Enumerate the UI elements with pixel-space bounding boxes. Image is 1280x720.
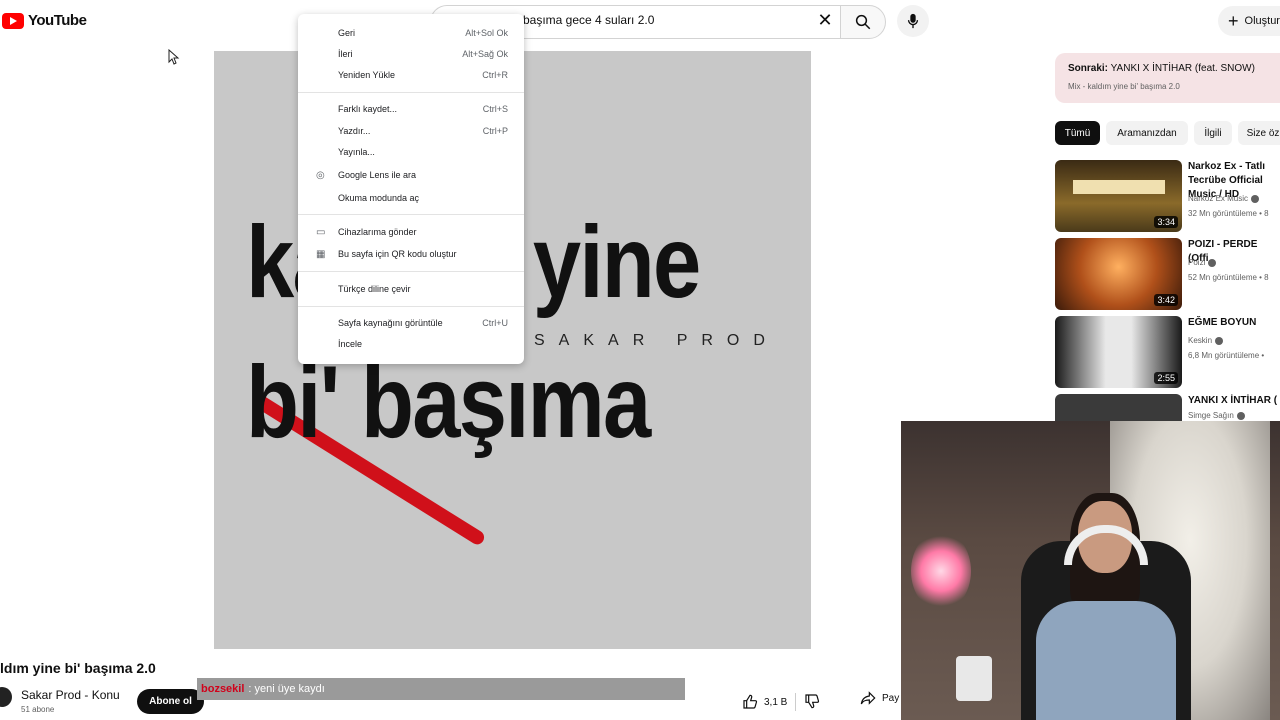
- menu-item-cast[interactable]: Yayınla...: [298, 143, 524, 161]
- verified-icon: [1208, 258, 1217, 267]
- recommendation-item[interactable]: YANKI X İNTİHAR ( Simge Sağın: [1055, 394, 1280, 421]
- streamer: [1036, 493, 1176, 720]
- context-menu: Geri Alt+Sol Ok İleri Alt+Sağ Ok Yeniden Y…: [298, 14, 524, 364]
- menu-divider: [298, 92, 524, 93]
- menu-item-inspect[interactable]: İncele: [298, 335, 524, 353]
- verified-icon: [1236, 411, 1245, 420]
- video-thumbnail[interactable]: 3:42: [1055, 238, 1182, 310]
- chat-username: bozsekil: [201, 683, 245, 695]
- webcam-overlay: [901, 421, 1280, 720]
- menu-item-reading-mode[interactable]: Okuma modunda aç: [298, 189, 524, 207]
- share-label: Pay: [882, 692, 900, 704]
- up-next-subtitle: Mix - kaldım yine bi' başıma 2.0: [1068, 82, 1180, 91]
- thumbs-up-icon: [743, 694, 758, 709]
- recommendation-views: 52 Mn görüntüleme • 8: [1188, 273, 1269, 282]
- lens-icon: ◎: [316, 169, 325, 181]
- devices-icon: ▭: [316, 226, 326, 238]
- create-label: Oluştur: [1244, 15, 1280, 27]
- share-button[interactable]: Pay: [860, 690, 899, 706]
- up-next-card[interactable]: [1055, 53, 1280, 103]
- menu-item-save-as[interactable]: Farklı kaydet... Ctrl+S: [298, 100, 524, 118]
- like-divider: [795, 693, 797, 711]
- create-button[interactable]: + Oluştur: [1218, 6, 1280, 36]
- string-lights: [911, 531, 971, 611]
- streamer-body: [1036, 601, 1176, 720]
- share-icon: [860, 691, 876, 705]
- plus-icon: +: [1228, 11, 1239, 31]
- menu-item-view-source[interactable]: Sayfa kaynağını görüntüle Ctrl+U: [298, 314, 524, 332]
- mouse-cursor-icon: [168, 49, 180, 65]
- menu-item-send-to-devices[interactable]: ▭ Cihazlarıma gönder: [298, 223, 524, 241]
- video-title: ldım yine bi' başıma 2.0: [0, 660, 156, 676]
- recommendation-channel: Simge Sağın: [1188, 411, 1245, 420]
- search-button[interactable]: [840, 5, 886, 39]
- recommendation-views: 32 Mn görüntüleme • 8: [1188, 209, 1269, 218]
- clear-search-icon[interactable]: ✕: [815, 10, 835, 30]
- video-thumbnail[interactable]: 3:34: [1055, 160, 1182, 232]
- verified-icon: [1215, 336, 1224, 345]
- mug: [956, 656, 992, 701]
- menu-item-back[interactable]: Geri Alt+Sol Ok: [298, 24, 524, 42]
- logo-text: YouTube: [28, 12, 87, 29]
- verified-icon: [1251, 194, 1260, 203]
- youtube-play-icon: [2, 12, 24, 29]
- menu-item-translate[interactable]: Türkçe diline çevir: [298, 280, 524, 298]
- menu-divider: [298, 306, 524, 307]
- video-duration: 3:42: [1154, 294, 1178, 306]
- channel-name[interactable]: Sakar Prod - Konu: [21, 688, 120, 702]
- channel-avatar[interactable]: [0, 687, 12, 707]
- video-duration: 3:34: [1154, 216, 1178, 228]
- menu-item-reload[interactable]: Yeniden Yükle Ctrl+R: [298, 66, 524, 84]
- chip-all[interactable]: Tümü: [1055, 121, 1100, 145]
- menu-divider: [298, 214, 524, 215]
- video-duration: 2:55: [1154, 372, 1178, 384]
- recommendation-channel: Narkoz Ex Music: [1188, 194, 1260, 203]
- like-dislike-group: 3,1 B: [742, 690, 820, 714]
- thumbnail-banner: [1073, 180, 1165, 194]
- subscribe-button[interactable]: Abone ol: [137, 689, 204, 714]
- microphone-icon: [907, 13, 919, 29]
- recommendation-item[interactable]: 3:34 Narkoz Ex - Tatlı Tecrübe Official …: [1055, 160, 1280, 232]
- menu-divider: [298, 271, 524, 272]
- qr-icon: ▦: [316, 248, 326, 260]
- recommendation-item[interactable]: 3:42 POIZI - PERDE (Offi Poizi 52 Mn gör…: [1055, 238, 1280, 310]
- recommendation-views: 6,8 Mn görüntüleme •: [1188, 351, 1265, 360]
- search-input-value[interactable]: başıma gece 4 suları 2.0: [523, 13, 654, 27]
- search-icon: [855, 14, 871, 30]
- recommendation-item[interactable]: 2:55 EĞME BOYUN Keskin 6,8 Mn görüntülem…: [1055, 316, 1280, 388]
- video-thumbnail[interactable]: 2:55: [1055, 316, 1182, 388]
- recommendation-channel: Keskin: [1188, 336, 1224, 345]
- recommendation-channel: Poizi: [1188, 258, 1217, 267]
- recommendation-title: EĞME BOYUN: [1188, 317, 1257, 328]
- video-overlay-line2: bi' başıma: [246, 345, 651, 459]
- menu-item-forward[interactable]: İleri Alt+Sağ Ok: [298, 45, 524, 63]
- youtube-logo[interactable]: YouTube: [2, 12, 87, 29]
- voice-search-button[interactable]: [897, 5, 929, 37]
- chip-from-search[interactable]: Aramanızdan: [1106, 121, 1188, 145]
- chip-related[interactable]: İlgili: [1194, 121, 1232, 145]
- subscriber-count: 51 abone: [21, 705, 55, 714]
- like-button[interactable]: 3,1 B: [742, 694, 787, 710]
- dislike-button[interactable]: [804, 693, 820, 712]
- menu-item-print[interactable]: Yazdır... Ctrl+P: [298, 122, 524, 140]
- video-thumbnail[interactable]: [1055, 394, 1182, 421]
- chip-for-you[interactable]: Size öz: [1238, 121, 1280, 145]
- menu-item-qr-code[interactable]: ▦ Bu sayfa için QR kodu oluştur: [298, 245, 524, 263]
- up-next-title: Sonraki: YANKI X İNTİHAR (feat. SNOW): [1068, 63, 1255, 74]
- menu-item-google-lens[interactable]: ◎ Google Lens ile ara: [298, 166, 524, 184]
- like-count: 3,1 B: [764, 696, 788, 708]
- stream-chat-alert: bozsekil : yeni üye kaydı: [197, 678, 685, 700]
- recommendation-title: YANKI X İNTİHAR (: [1188, 395, 1278, 406]
- chat-message: : yeni üye kaydı: [248, 683, 325, 695]
- thumbs-down-icon: [805, 693, 820, 708]
